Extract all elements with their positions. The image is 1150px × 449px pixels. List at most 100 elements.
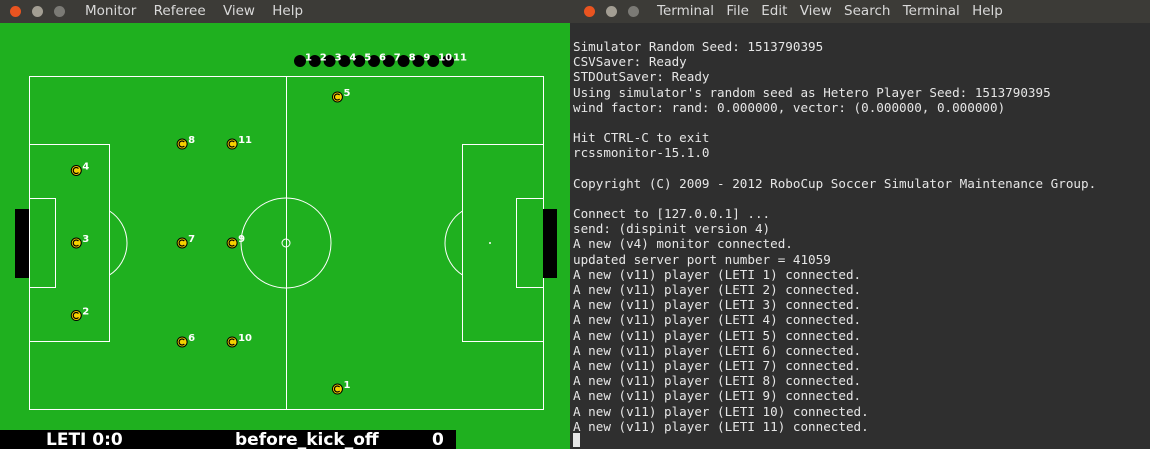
terminal-line: A new (v11) player (LETI 3) connected.	[573, 297, 862, 313]
bench-player-number: 11	[453, 53, 467, 64]
player-6[interactable]: 6	[176, 333, 195, 348]
terminal-line: Copyright (C) 2009 - 2012 RoboCup Soccer…	[573, 175, 1097, 191]
terminal-line: Using simulator's random seed as Hetero …	[573, 84, 1051, 100]
terminal-line: A new (v11) player (LETI 7) connected.	[573, 357, 862, 373]
player-10[interactable]: 10	[226, 333, 252, 348]
menu-monitor[interactable]: Monitor	[85, 3, 136, 19]
menu-search[interactable]: Search	[844, 3, 890, 19]
right-penalty-arc	[444, 210, 463, 276]
terminal-window: Terminal File Edit View Search Terminal …	[570, 0, 1150, 449]
player-number: 5	[343, 88, 350, 99]
menu-referee[interactable]: Referee	[154, 3, 206, 19]
terminal-line: A new (v4) monitor connected.	[573, 236, 793, 252]
player-number: 9	[238, 234, 245, 245]
substitute-bench: 1 2 3 4 5 6 7 8 9 10 11	[294, 53, 467, 67]
menu-view[interactable]: View	[800, 3, 832, 19]
terminal-cursor	[573, 433, 580, 447]
player-number: 2	[82, 307, 89, 318]
bench-player-number: 10	[438, 53, 452, 64]
maximize-icon[interactable]	[628, 6, 639, 17]
menu-view[interactable]: View	[223, 3, 255, 19]
monitor-titlebar: Monitor Referee View Help	[0, 0, 570, 23]
terminal-line: A new (v11) player (LETI 1) connected.	[573, 266, 862, 282]
terminal-line: A new (v11) player (LETI 4) connected.	[573, 312, 862, 328]
bench-player-number: 6	[379, 53, 386, 64]
terminal-line: CSVSaver: Ready	[573, 54, 687, 70]
menu-file[interactable]: File	[726, 3, 749, 19]
player-1[interactable]: 1	[331, 380, 350, 395]
player-number: 7	[188, 234, 195, 245]
terminal-menubar: Terminal File Edit View Search Terminal …	[657, 3, 1011, 19]
player-3[interactable]: 3	[70, 234, 89, 249]
bench-player-number: 1	[305, 53, 312, 64]
terminal-line: wind factor: rand: 0.000000, vector: (0.…	[573, 99, 1006, 115]
terminal-line: Simulator Random Seed: 1513790395	[573, 39, 824, 54]
terminal-line: A new (v11) player (LETI 10) connected.	[573, 403, 869, 419]
window-title: Terminal	[657, 3, 715, 19]
soccer-field[interactable]: 1 2 3 4 5 6 7 8 9 10 11 1234567891011	[0, 23, 570, 430]
bench-player-number: 3	[335, 53, 342, 64]
game-time: 0	[432, 430, 444, 449]
left-goal	[15, 209, 29, 278]
terminal-line: updated server port number = 41059	[573, 251, 831, 267]
player-9[interactable]: 9	[226, 234, 245, 249]
right-goal-area	[516, 198, 544, 288]
player-11[interactable]: 11	[226, 135, 252, 150]
player-2[interactable]: 2	[70, 307, 89, 322]
terminal-output[interactable]: Simulator Random Seed: 1513790395 CSVSave…	[573, 39, 1096, 434]
left-penalty-arc	[109, 210, 128, 276]
player-number: 3	[82, 234, 89, 245]
terminal-line: Hit CTRL-C to exit	[573, 130, 710, 146]
player-4[interactable]: 4	[70, 161, 89, 176]
terminal-line: A new (v11) player (LETI 5) connected.	[573, 327, 862, 343]
left-goal-area	[29, 198, 56, 288]
terminal-line: Connect to [127.0.0.1] ...	[573, 206, 771, 222]
right-goal	[543, 209, 557, 278]
bench-player-number: 9	[423, 53, 430, 64]
menu-edit[interactable]: Edit	[761, 3, 787, 19]
terminal-line: rcssmonitor-15.1.0	[573, 145, 710, 161]
team-score: LETI 0:0	[46, 430, 123, 449]
bench-player-number: 2	[320, 53, 327, 64]
left-penalty-area	[29, 144, 110, 342]
right-penalty-spot	[489, 242, 491, 244]
player-number: 10	[238, 333, 252, 344]
right-penalty-area	[462, 144, 544, 342]
bench-player-number: 4	[349, 53, 356, 64]
player-7[interactable]: 7	[176, 234, 195, 249]
left-team-players: 1 2 3 4 5 6 7 8 9 10 11	[70, 88, 350, 395]
close-icon[interactable]	[10, 6, 21, 17]
player-5[interactable]: 5	[331, 88, 350, 103]
playmode-text: before_kick_off	[235, 430, 379, 449]
bench-player-number: 7	[394, 53, 401, 64]
terminal-line: STDOutSaver: Ready	[573, 69, 710, 85]
bench-player-number: 8	[409, 53, 416, 64]
terminal-line: A new (v11) player (LETI 2) connected.	[573, 282, 862, 297]
terminal-line: A new (v11) player (LETI 11) connected.	[573, 418, 869, 434]
rcssmonitor-window: Monitor Referee View Help 1 2 3 4 5 6 7 8 9 10 11 …	[0, 0, 570, 449]
terminal-titlebar: Terminal File Edit View Search Terminal …	[570, 0, 1150, 23]
terminal-line: A new (v11) player (LETI 8) connected.	[573, 373, 862, 389]
menu-help[interactable]: Help	[972, 3, 1003, 19]
menu-help[interactable]: Help	[272, 3, 303, 19]
minimize-icon[interactable]	[32, 6, 43, 17]
player-number: 11	[238, 135, 252, 146]
monitor-menubar: Monitor Referee View Help	[85, 3, 316, 19]
minimize-icon[interactable]	[606, 6, 617, 17]
menu-terminal[interactable]: Terminal	[903, 3, 960, 19]
maximize-icon[interactable]	[54, 6, 65, 17]
terminal-line: send: (dispinit version 4)	[573, 221, 771, 237]
scoreboard: LETI 0:0 before_kick_off 0	[0, 430, 456, 449]
player-8[interactable]: 8	[176, 135, 195, 150]
player-number: 8	[188, 135, 195, 146]
bench-player-number: 5	[364, 53, 371, 64]
player-number: 4	[82, 161, 89, 172]
player-number: 6	[188, 333, 195, 344]
terminal-line: A new (v11) player (LETI 9) connected.	[573, 388, 862, 404]
terminal-line: A new (v11) player (LETI 6) connected.	[573, 342, 862, 358]
player-number: 1	[343, 380, 350, 391]
close-icon[interactable]	[584, 6, 595, 17]
